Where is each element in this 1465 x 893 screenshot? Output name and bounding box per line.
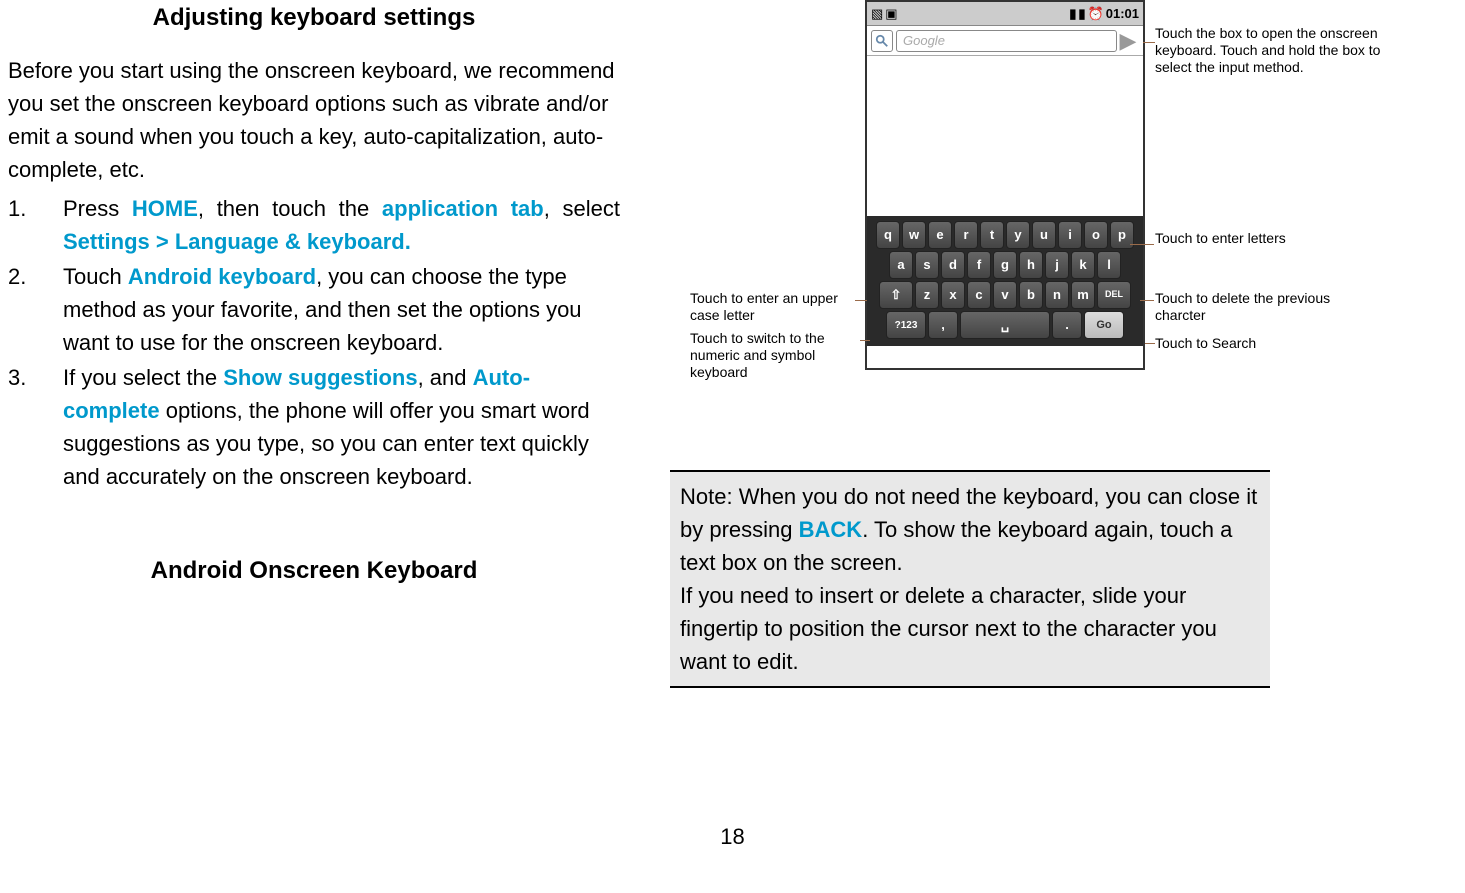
step-3-body: If you select the Show suggestions, and … — [63, 361, 620, 493]
step-3-number: 3. — [8, 361, 63, 493]
key-n[interactable]: n — [1045, 281, 1069, 309]
key-y[interactable]: y — [1006, 221, 1030, 249]
key-m[interactable]: m — [1071, 281, 1095, 309]
key-t[interactable]: t — [980, 221, 1004, 249]
step-2-body: Touch Android keyboard, you can choose t… — [63, 260, 620, 359]
signal-icon: ▮ — [1069, 4, 1076, 24]
key-del[interactable]: DEL — [1097, 281, 1131, 309]
key-l[interactable]: l — [1097, 251, 1121, 279]
show-suggestions-keyword: Show suggestions — [223, 365, 417, 390]
battery-icon: ▮ — [1078, 4, 1085, 24]
step-3-text-b: , and — [418, 365, 473, 390]
annotation-delete: Touch to delete the previous charcter — [1155, 290, 1335, 324]
search-input[interactable]: Google — [896, 30, 1117, 52]
note-box: Note: When you do not need the keyboard,… — [670, 470, 1270, 688]
key-c[interactable]: c — [967, 281, 991, 309]
annotation-uppercase: Touch to enter an upper case letter — [690, 290, 860, 324]
key-h[interactable]: h — [1019, 251, 1043, 279]
intro-paragraph: Before you start using the onscreen keyb… — [8, 54, 620, 186]
key-g[interactable]: g — [993, 251, 1017, 279]
annotation-numeric: Touch to switch to the numeric and symbo… — [690, 330, 865, 380]
android-keyboard-keyword: Android keyboard — [128, 264, 316, 289]
annotation-letters: Touch to enter letters — [1155, 230, 1305, 247]
key-u[interactable]: u — [1032, 221, 1056, 249]
search-bar: Google ▶ — [867, 26, 1143, 56]
home-keyword: HOME — [132, 196, 198, 221]
key-b[interactable]: b — [1019, 281, 1043, 309]
phone-frame: ▧ ▣ ▮ ▮ ⏰ 01:01 Google ▶ — [865, 0, 1145, 370]
step-1-text-b: , then touch the — [198, 196, 382, 221]
step-1-number: 1. — [8, 192, 63, 258]
key-k[interactable]: k — [1071, 251, 1095, 279]
keyboard-diagram: ▧ ▣ ▮ ▮ ⏰ 01:01 Google ▶ — [650, 0, 1390, 420]
step-1-body: Press HOME, then touch the application t… — [63, 192, 620, 258]
search-icon[interactable] — [871, 30, 893, 52]
settings-path-keyword: Settings > Language & keyboard. — [63, 229, 411, 254]
annotation-searchbox: Touch the box to open the onscreen keybo… — [1155, 25, 1395, 75]
key-o[interactable]: o — [1084, 221, 1108, 249]
key-a[interactable]: a — [889, 251, 913, 279]
key-w[interactable]: w — [902, 221, 926, 249]
key-f[interactable]: f — [967, 251, 991, 279]
key-d[interactable]: d — [941, 251, 965, 279]
key-r[interactable]: r — [954, 221, 978, 249]
key-z[interactable]: z — [915, 281, 939, 309]
content-area — [867, 56, 1143, 216]
key-v[interactable]: v — [993, 281, 1017, 309]
step-1-text-c: , select — [544, 196, 620, 221]
key-x[interactable]: x — [941, 281, 965, 309]
key-,[interactable]: , — [928, 311, 958, 339]
go-arrow-icon[interactable]: ▶ — [1117, 24, 1139, 57]
step-3-text-a: If you select the — [63, 365, 223, 390]
section-title: Adjusting keyboard settings — [8, 0, 620, 36]
key-q[interactable]: q — [876, 221, 900, 249]
status-icon: ▧ — [871, 4, 883, 24]
annotation-search: Touch to Search — [1155, 335, 1315, 352]
key-␣[interactable]: ␣ — [960, 311, 1050, 339]
step-1-text-a: Press — [63, 196, 132, 221]
key-.[interactable]: . — [1052, 311, 1082, 339]
key-num[interactable]: ?123 — [886, 311, 926, 339]
status-icon: ▣ — [885, 4, 897, 24]
key-⇧[interactable]: ⇧ — [879, 281, 913, 309]
alarm-icon: ⏰ — [1088, 4, 1104, 24]
page-number: 18 — [0, 820, 1465, 853]
step-2-number: 2. — [8, 260, 63, 359]
note-text-c: If you need to insert or delete a charac… — [680, 583, 1217, 674]
key-i[interactable]: i — [1058, 221, 1082, 249]
application-tab-keyword: application tab — [382, 196, 544, 221]
key-go[interactable]: Go — [1084, 311, 1124, 339]
status-bar: ▧ ▣ ▮ ▮ ⏰ 01:01 — [867, 2, 1143, 26]
key-j[interactable]: j — [1045, 251, 1069, 279]
key-s[interactable]: s — [915, 251, 939, 279]
onscreen-keyboard: qwertyuiop asdfghjkl ⇧zxcvbnmDEL ?123,␣.… — [867, 216, 1143, 346]
step-2-text-a: Touch — [63, 264, 128, 289]
time-display: 01:01 — [1106, 4, 1139, 24]
key-e[interactable]: e — [928, 221, 952, 249]
back-keyword: BACK — [799, 517, 863, 542]
onscreen-keyboard-title: Android Onscreen Keyboard — [8, 553, 620, 589]
